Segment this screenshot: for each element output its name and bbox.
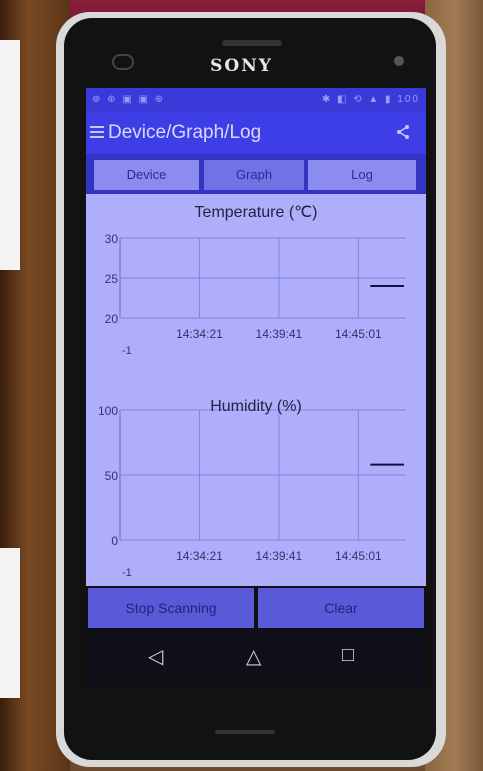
earpiece <box>222 40 282 46</box>
graph-content: 30 25 20 14:34:21 14:39:41 14:45:01 -1 Tempera… <box>86 194 426 586</box>
temperature-chart: 30 25 20 14:34:21 14:39:41 14:45:01 -1 Tempera… <box>86 194 426 384</box>
stop-scanning-button[interactable]: Stop Scanning <box>88 588 254 628</box>
bottom-speaker <box>215 730 275 734</box>
back-icon[interactable]: ◁ <box>148 644 163 669</box>
x-tick-label: 14:39:41 <box>256 549 303 563</box>
tab-bar: Device Graph Log <box>86 154 426 194</box>
x-tick-label: 14:45:01 <box>335 549 382 563</box>
app-bar: Device/Graph/Log <box>86 112 426 154</box>
humidity-chart-title: Humidity (%) <box>210 398 302 415</box>
tab-graph[interactable]: Graph <box>204 160 304 190</box>
x-tick-label: 14:34:21 <box>176 327 223 341</box>
corner-label: -1 <box>122 567 132 579</box>
share-icon[interactable] <box>396 124 410 140</box>
y-tick-label: 50 <box>105 469 119 483</box>
temperature-chart-plot: 30 25 20 14:34:21 14:39:41 14:45:01 -1 <box>105 232 406 357</box>
menu-icon[interactable] <box>90 126 104 138</box>
humidity-chart-plot: 10050014:34:21 14:39:41 14:45:01-1 <box>98 404 406 579</box>
y-tick-label: 25 <box>105 272 119 286</box>
status-icons-right: ✱ ◧ ⟲ ▲ ▮ 100 <box>321 94 420 105</box>
x-tick-label: 14:34:21 <box>176 549 223 563</box>
background-paper-lower <box>0 548 20 698</box>
tab-device[interactable]: Device <box>94 160 199 190</box>
brand-logo: SONY <box>210 56 273 76</box>
y-tick-label: 0 <box>111 534 118 548</box>
app-title: Device/Graph/Log <box>108 122 262 143</box>
status-bar: ⊕ ⊕ ▣ ▣ ⊕ ✱ ◧ ⟲ ▲ ▮ 100 <box>86 88 426 112</box>
bottom-area: Stop Scanning Clear ◁ △ □ <box>86 586 426 686</box>
clear-button[interactable]: Clear <box>258 588 424 628</box>
humidity-chart: 100 50 0 14:34:21 14:39:41 14:45:01 -1 Humidit… <box>86 388 426 584</box>
x-tick-label: 14:45:01 <box>335 327 382 341</box>
x-tick-label: 14:39:41 <box>256 327 303 341</box>
corner-label: -1 <box>122 345 132 357</box>
recents-icon[interactable]: □ <box>342 644 354 667</box>
home-icon[interactable]: △ <box>246 644 261 669</box>
status-icons-left: ⊕ ⊕ ▣ ▣ ⊕ <box>92 94 166 105</box>
temperature-chart-title: Temperature (℃) <box>194 204 318 221</box>
navigation-bar: ◁ △ □ <box>86 634 426 682</box>
phone-screen: ⊕ ⊕ ▣ ▣ ⊕ ✱ ◧ ⟲ ▲ ▮ 100 Device/Graph/Log… <box>86 88 426 686</box>
y-tick-label: 30 <box>105 232 119 246</box>
y-tick-label: 20 <box>105 312 119 326</box>
tab-log[interactable]: Log <box>308 160 416 190</box>
